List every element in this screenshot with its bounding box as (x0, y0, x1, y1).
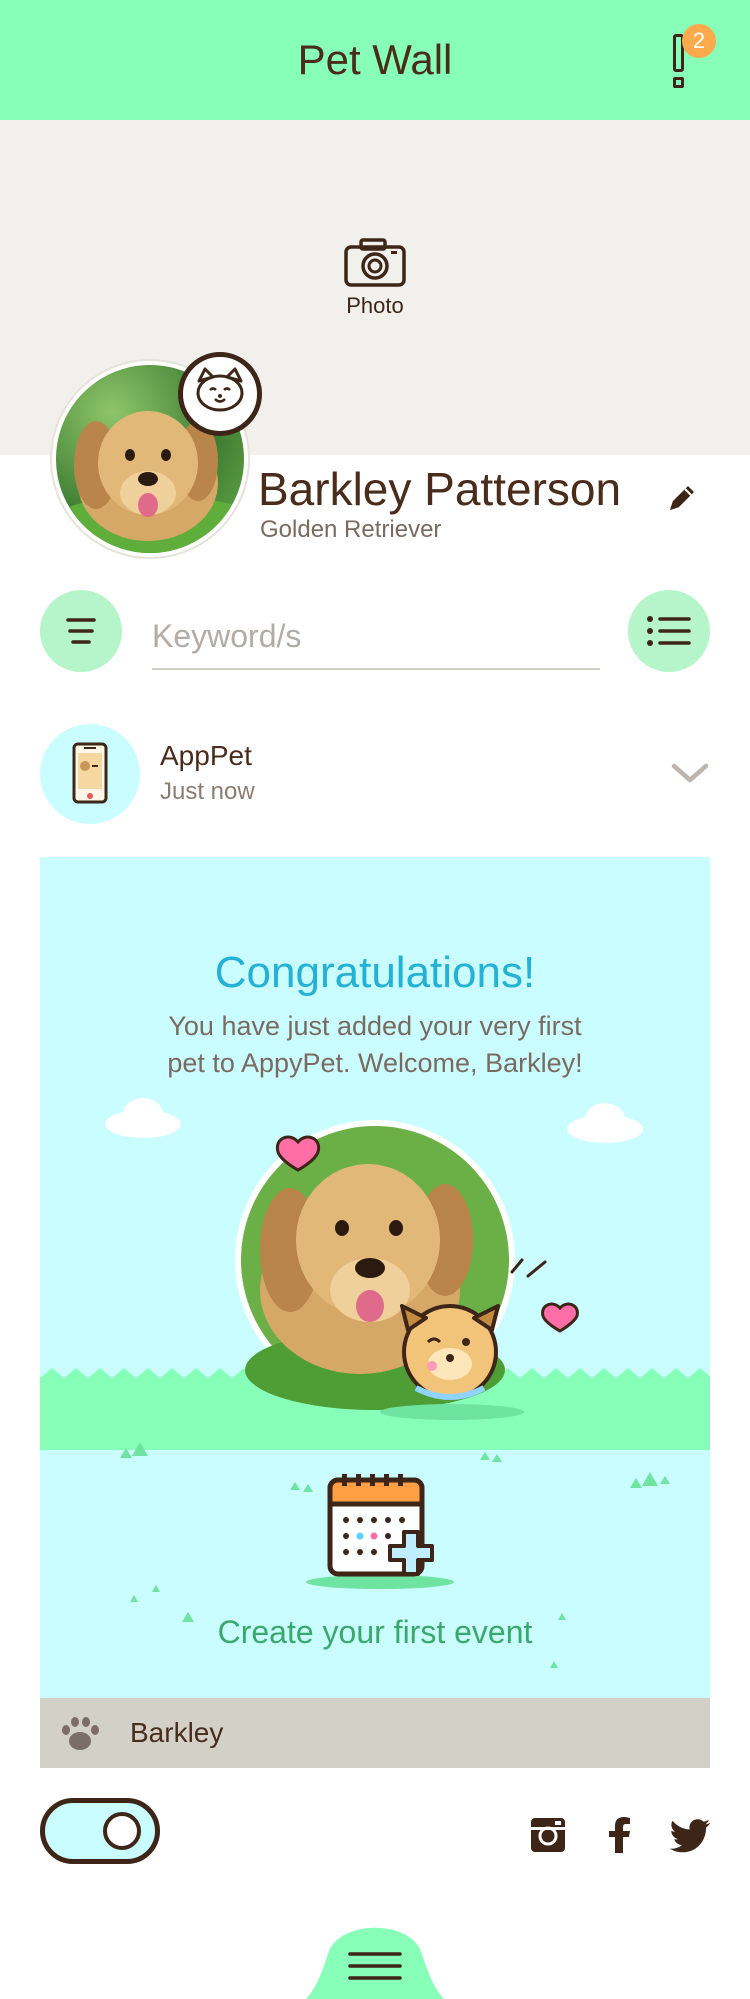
card-pet-name[interactable]: Barkley (130, 1717, 223, 1749)
card-title: Congratulations! (214, 948, 536, 997)
list-icon (647, 616, 691, 646)
create-event-label[interactable]: Create your first event (40, 1614, 710, 1651)
dog-illustration (40, 1120, 710, 1450)
chevron-down-icon (671, 763, 709, 783)
card-message: You have just added your very first pet … (167, 1011, 583, 1078)
post-timestamp: Just now (160, 778, 255, 805)
pet-breed: Golden Retriever (260, 516, 442, 543)
post-options-button[interactable] (668, 758, 712, 788)
twitter-icon[interactable] (669, 1815, 711, 1855)
pencil-icon (670, 486, 694, 510)
instagram-icon[interactable] (528, 1815, 568, 1855)
page-title: Pet Wall (297, 36, 453, 83)
add-photo-button[interactable]: Photo (340, 237, 410, 337)
camera-icon (344, 238, 406, 287)
dog-face-icon (196, 367, 244, 412)
post-author-avatar[interactable] (40, 724, 140, 824)
filter-icon (66, 618, 96, 644)
hamburger-icon (305, 1927, 445, 1999)
pet-type-badge[interactable] (178, 352, 262, 436)
top-bar: Pet Wall 2 (0, 0, 750, 120)
list-view-button[interactable] (628, 590, 710, 672)
photo-label: Photo (346, 293, 404, 318)
notification-badge[interactable]: 2 (682, 24, 716, 58)
create-event-button[interactable] (300, 1470, 460, 1590)
phone-icon (72, 742, 108, 804)
toggle-knob[interactable] (103, 1812, 141, 1850)
filter-button[interactable] (40, 590, 122, 672)
edit-profile-button[interactable] (664, 480, 700, 516)
search-input[interactable] (152, 604, 600, 670)
calendar-plus-icon (306, 1474, 454, 1589)
main-menu-button[interactable] (268, 1914, 482, 1999)
post-author[interactable]: AppPet (160, 740, 252, 772)
pet-name: Barkley Patterson (258, 463, 622, 515)
facebook-icon[interactable] (600, 1815, 640, 1855)
visibility-toggle[interactable] (40, 1798, 160, 1864)
paw-icon (58, 1714, 102, 1754)
